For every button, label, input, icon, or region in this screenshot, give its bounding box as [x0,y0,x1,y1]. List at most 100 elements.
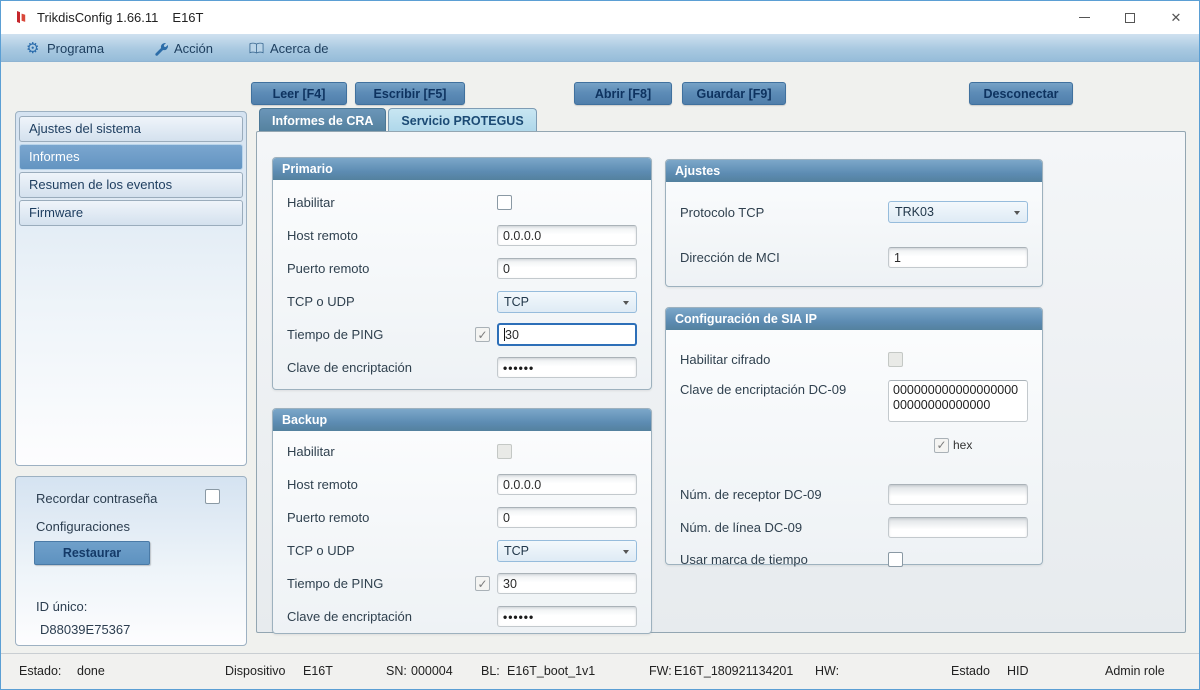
primary-ping-value: 30 [505,328,519,342]
sidebar-item-informes[interactable]: Informes [19,144,243,170]
sia-hex-checkbox[interactable] [934,438,949,453]
sia-timestamp-label: Usar marca de tiempo [680,552,888,567]
open-button[interactable]: Abrir [F8] [574,82,672,105]
close-button[interactable]: ✕ [1153,1,1199,34]
menu-acerca-label: Acerca de [270,41,329,56]
group-backup-header: Backup [273,409,651,431]
backup-ping-input[interactable]: 30 [497,573,637,594]
wrench-icon [153,41,168,56]
row-sia-line: Núm. de línea DC-09 [680,511,1028,544]
sia-hex-label: hex [953,438,972,452]
status-bl-label: BL: [481,654,500,688]
status-fw-label: FW: [649,654,672,688]
mci-address-value: 1 [894,251,901,265]
row-sia-receiver: Núm. de receptor DC-09 [680,478,1028,511]
row-primary-port: Puerto remoto 0 [287,252,637,285]
status-state-label: Estado: [19,654,61,688]
sia-cipher-checkbox[interactable] [888,352,903,367]
primary-host-input[interactable]: 0.0.0.0 [497,225,637,246]
menu-accion[interactable]: Acción [145,34,221,62]
sia-receiver-input[interactable] [888,484,1028,505]
menu-programa-label: Programa [47,41,104,56]
primary-host-label: Host remoto [287,228,497,243]
backup-ping-label: Tiempo de PING [287,576,475,591]
primary-enable-label: Habilitar [287,195,497,210]
backup-protocol-label: TCP o UDP [287,543,497,558]
primary-ping-checkbox[interactable] [475,327,490,342]
status-admin-role: Admin role [1105,654,1165,688]
book-icon [249,41,264,56]
remember-password-checkbox[interactable] [205,489,220,504]
backup-key-label: Clave de encriptación [287,609,497,624]
tab-content-panel: Primario Habilitar Host remoto 0.0.0.0 P… [256,131,1186,633]
primary-host-value: 0.0.0.0 [503,229,541,243]
sia-timestamp-checkbox[interactable] [888,552,903,567]
minimize-icon [1079,17,1090,18]
status-sn-label: SN: [386,654,407,688]
primary-protocol-select[interactable]: TCP [497,291,637,313]
row-backup-key: Clave de encriptación •••••• [287,600,637,633]
group-ajustes: Ajustes Protocolo TCP TRK03 Dirección de… [665,159,1043,287]
status-hw-label: HW: [815,654,839,688]
group-primario-header: Primario [273,158,651,180]
dropdown-arrow-icon [1014,211,1020,215]
trikdis-logo-icon [13,9,29,25]
tcp-protocol-select[interactable]: TRK03 [888,201,1028,223]
primary-ping-input[interactable]: 30 [497,323,637,346]
device-title: E16T [172,10,203,25]
save-button[interactable]: Guardar [F9] [682,82,786,105]
row-primary-key: Clave de encriptación •••••• [287,351,637,384]
backup-key-value: •••••• [503,610,534,624]
backup-port-input[interactable]: 0 [497,507,637,528]
sidebar-item-firmware[interactable]: Firmware [19,200,243,226]
menu-acerca[interactable]: Acerca de [241,34,337,62]
row-sia-cipher: Habilitar cifrado [680,344,1028,374]
primary-key-input[interactable]: •••••• [497,357,637,378]
maximize-icon [1125,13,1135,23]
primary-protocol-label: TCP o UDP [287,294,497,309]
primary-port-input[interactable]: 0 [497,258,637,279]
primary-enable-checkbox[interactable] [497,195,512,210]
minimize-button[interactable] [1061,1,1107,34]
status-device-value: E16T [303,654,333,688]
backup-host-value: 0.0.0.0 [503,478,541,492]
mci-address-input[interactable]: 1 [888,247,1028,268]
row-backup-protocol: TCP o UDP TCP [287,534,637,567]
backup-enable-checkbox[interactable] [497,444,512,459]
gear-icon: ⚙ [26,41,41,56]
read-button[interactable]: Leer [F4] [251,82,347,105]
primary-key-label: Clave de encriptación [287,360,497,375]
disconnect-button[interactable]: Desconectar [969,82,1073,105]
maximize-button[interactable] [1107,1,1153,34]
sia-key-input[interactable]: 00000000000000000000000000000000 [888,380,1028,422]
title-bar: TrikdisConfig 1.66.11E16T ✕ [1,1,1199,34]
backup-ping-checkbox[interactable] [475,576,490,591]
sia-cipher-label: Habilitar cifrado [680,352,888,367]
primary-protocol-value: TCP [504,295,529,309]
tcp-protocol-value: TRK03 [895,205,934,219]
backup-ping-value: 30 [503,577,517,591]
configurations-label: Configuraciones [36,519,130,534]
backup-key-input[interactable]: •••••• [497,606,637,627]
sidebar-item-ajustes-del-sistema[interactable]: Ajustes del sistema [19,116,243,142]
primary-key-value: •••••• [503,361,534,375]
write-button[interactable]: Escribir [F5] [355,82,465,105]
sia-line-input[interactable] [888,517,1028,538]
menu-bar: ⚙ Programa Acción Acerca de [1,34,1199,62]
restore-button[interactable]: Restaurar [34,541,150,565]
status-estado: Estado [951,654,990,688]
backup-host-input[interactable]: 0.0.0.0 [497,474,637,495]
status-state-value: done [77,654,105,688]
row-backup-enable: Habilitar [287,435,637,468]
group-sia-ip-header: Configuración de SIA IP [666,308,1042,330]
sidebar-nav: Ajustes del sistema Informes Resumen de … [15,111,247,466]
backup-protocol-select[interactable]: TCP [497,540,637,562]
primary-port-label: Puerto remoto [287,261,497,276]
group-sia-ip: Configuración de SIA IP Habilitar cifrad… [665,307,1043,565]
tab-informes-cra[interactable]: Informes de CRA [259,108,386,132]
menu-programa[interactable]: ⚙ Programa [18,34,112,62]
row-sia-hex: hex [680,432,1028,458]
row-sia-timestamp: Usar marca de tiempo [680,544,1028,574]
tab-servicio-protegus[interactable]: Servicio PROTEGUS [388,108,536,132]
sidebar-item-resumen-eventos[interactable]: Resumen de los eventos [19,172,243,198]
